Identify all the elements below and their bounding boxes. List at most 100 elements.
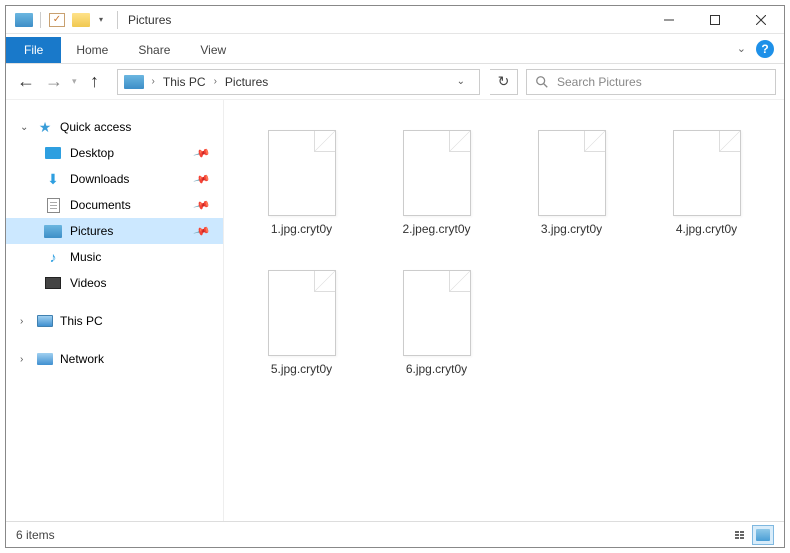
titlebar: ✓ ▾ Pictures <box>6 6 784 34</box>
file-list[interactable]: 1.jpg.cryt0y 2.jpeg.cryt0y 3.jpg.cryt0y … <box>224 100 784 521</box>
file-item[interactable]: 2.jpeg.cryt0y <box>369 120 504 260</box>
network-label: Network <box>60 352 104 366</box>
sidebar-item-this-pc[interactable]: › This PC <box>6 308 223 334</box>
expand-ribbon-icon[interactable]: ⌄ <box>737 42 746 55</box>
large-icons-view-button[interactable] <box>752 525 774 545</box>
sidebar-item-quick-access[interactable]: ⌄ ★ Quick access <box>6 114 223 140</box>
address-bar[interactable]: › This PC › Pictures ⌄ <box>117 69 480 95</box>
file-name: 6.jpg.cryt0y <box>406 362 467 376</box>
tab-share[interactable]: Share <box>123 37 185 63</box>
pictures-library-icon[interactable] <box>14 11 34 29</box>
star-icon: ★ <box>36 119 54 135</box>
music-icon: ♪ <box>44 249 62 265</box>
sidebar-item-label: Music <box>70 250 101 264</box>
file-icon <box>538 130 606 216</box>
chevron-right-icon[interactable]: › <box>20 316 30 327</box>
file-item[interactable]: 3.jpg.cryt0y <box>504 120 639 260</box>
search-icon <box>535 75 549 89</box>
navigation-pane: ⌄ ★ Quick access Desktop 📌 ⬇ Downloads 📌… <box>6 100 224 521</box>
file-icon <box>403 270 471 356</box>
sidebar-item-documents[interactable]: Documents 📌 <box>6 192 223 218</box>
file-tab[interactable]: File <box>6 37 61 63</box>
file-name: 5.jpg.cryt0y <box>271 362 332 376</box>
downloads-icon: ⬇ <box>44 171 62 187</box>
file-item[interactable]: 1.jpg.cryt0y <box>234 120 369 260</box>
desktop-icon <box>44 145 62 161</box>
search-placeholder: Search Pictures <box>557 75 642 89</box>
breadcrumb-this-pc[interactable]: This PC <box>163 75 206 89</box>
minimize-button[interactable] <box>646 6 692 34</box>
window-controls <box>646 6 784 34</box>
tab-view[interactable]: View <box>185 37 241 63</box>
documents-icon <box>44 197 62 213</box>
pin-icon: 📌 <box>193 222 211 240</box>
sidebar-item-label: Pictures <box>70 224 113 238</box>
quick-access-toolbar: ✓ ▾ Pictures <box>6 11 171 29</box>
file-name: 1.jpg.cryt0y <box>271 222 332 236</box>
file-icon <box>403 130 471 216</box>
window-title: Pictures <box>128 13 171 27</box>
sidebar-item-label: Documents <box>70 198 131 212</box>
explorer-body: ⌄ ★ Quick access Desktop 📌 ⬇ Downloads 📌… <box>6 100 784 521</box>
separator <box>117 11 118 29</box>
chevron-right-icon[interactable]: › <box>20 354 30 365</box>
network-icon <box>36 351 54 367</box>
navigation-bar: ← → ▾ ↑ › This PC › Pictures ⌄ ↻ Search … <box>6 64 784 100</box>
close-button[interactable] <box>738 6 784 34</box>
sidebar-item-videos[interactable]: Videos <box>6 270 223 296</box>
file-name: 3.jpg.cryt0y <box>541 222 602 236</box>
pictures-icon <box>44 223 62 239</box>
chevron-right-icon[interactable]: › <box>150 76 157 87</box>
back-button[interactable]: ← <box>14 70 38 94</box>
location-icon <box>124 75 144 89</box>
status-bar: 6 items <box>6 521 784 547</box>
properties-icon[interactable]: ✓ <box>47 11 67 29</box>
sidebar-item-label: Downloads <box>70 172 129 186</box>
new-folder-icon[interactable] <box>71 11 91 29</box>
chevron-right-icon[interactable]: › <box>212 76 219 87</box>
sidebar-item-label: Desktop <box>70 146 114 160</box>
file-icon <box>268 130 336 216</box>
videos-icon <box>44 275 62 291</box>
sidebar-item-desktop[interactable]: Desktop 📌 <box>6 140 223 166</box>
file-item[interactable]: 4.jpg.cryt0y <box>639 120 774 260</box>
tab-home[interactable]: Home <box>61 37 123 63</box>
quick-access-group: ⌄ ★ Quick access Desktop 📌 ⬇ Downloads 📌… <box>6 114 223 296</box>
address-dropdown-icon[interactable]: ⌄ <box>449 76 473 87</box>
recent-locations-dropdown[interactable]: ▾ <box>70 76 79 87</box>
sidebar-item-label: Videos <box>70 276 106 290</box>
sidebar-item-music[interactable]: ♪ Music <box>6 244 223 270</box>
ribbon: File Home Share View ⌄ ? <box>6 34 784 64</box>
file-icon <box>268 270 336 356</box>
this-pc-icon <box>36 313 54 329</box>
details-view-button[interactable] <box>728 525 750 545</box>
chevron-down-icon[interactable]: ⌄ <box>20 122 30 133</box>
this-pc-group: › This PC <box>6 308 223 334</box>
maximize-button[interactable] <box>692 6 738 34</box>
item-count: 6 items <box>16 528 55 542</box>
separator <box>40 12 41 28</box>
pin-icon: 📌 <box>193 144 211 162</box>
breadcrumb-pictures[interactable]: Pictures <box>225 75 268 89</box>
explorer-window: ✓ ▾ Pictures File Home Share View ⌄ ? ← … <box>5 5 785 548</box>
sidebar-item-downloads[interactable]: ⬇ Downloads 📌 <box>6 166 223 192</box>
forward-button[interactable]: → <box>42 70 66 94</box>
help-icon[interactable]: ? <box>756 40 774 58</box>
network-group: › Network <box>6 346 223 372</box>
pin-icon: 📌 <box>193 170 211 188</box>
file-item[interactable]: 6.jpg.cryt0y <box>369 260 504 400</box>
view-switcher <box>728 525 774 545</box>
file-item[interactable]: 5.jpg.cryt0y <box>234 260 369 400</box>
sidebar-item-network[interactable]: › Network <box>6 346 223 372</box>
this-pc-label: This PC <box>60 314 103 328</box>
sidebar-item-pictures[interactable]: Pictures 📌 <box>6 218 223 244</box>
qat-customize-dropdown[interactable]: ▾ <box>95 15 107 24</box>
refresh-button[interactable]: ↻ <box>490 69 518 95</box>
quick-access-label: Quick access <box>60 120 131 134</box>
pin-icon: 📌 <box>193 196 211 214</box>
up-button[interactable]: ↑ <box>83 70 107 94</box>
search-input[interactable]: Search Pictures <box>526 69 776 95</box>
file-name: 4.jpg.cryt0y <box>676 222 737 236</box>
file-icon <box>673 130 741 216</box>
file-name: 2.jpeg.cryt0y <box>402 222 470 236</box>
